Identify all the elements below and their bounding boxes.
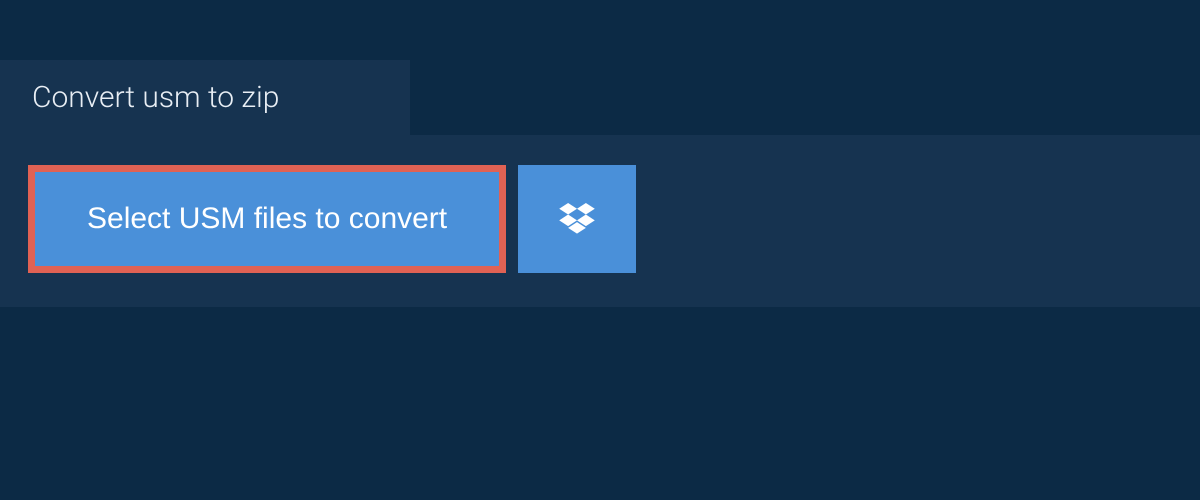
dropbox-icon [559,203,595,235]
dropbox-button[interactable] [518,165,636,273]
button-row: Select USM files to convert [28,165,1172,273]
tab-convert[interactable]: Convert usm to zip [0,60,410,135]
select-button-highlight: Select USM files to convert [28,165,506,273]
tab-title: Convert usm to zip [32,80,279,115]
select-files-button[interactable]: Select USM files to convert [35,172,499,266]
tab-container: Convert usm to zip Select USM files to c… [0,0,1200,307]
content-panel: Select USM files to convert [0,135,1200,307]
select-files-label: Select USM files to convert [87,202,447,235]
